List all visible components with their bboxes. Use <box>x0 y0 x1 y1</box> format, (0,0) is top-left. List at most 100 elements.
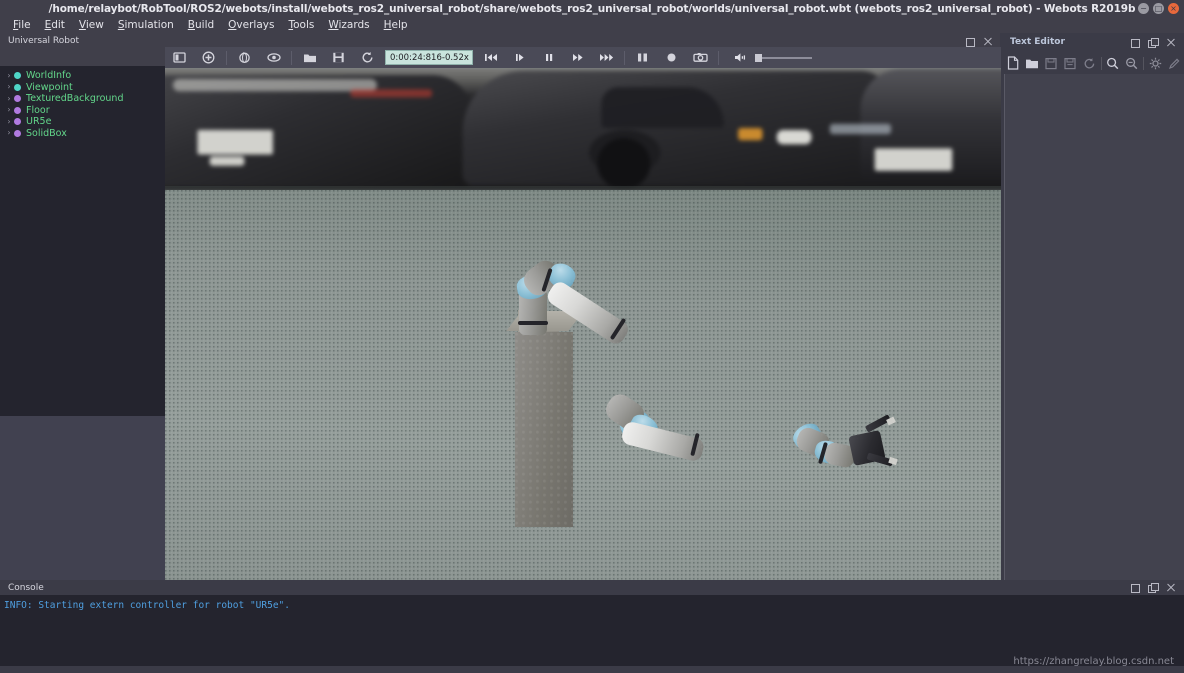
menu-help-mnemonic: H <box>383 19 392 31</box>
simulation-speed: 0.52x <box>444 52 469 63</box>
settings-icon[interactable] <box>1146 52 1165 74</box>
tree-item-floor[interactable]: › Floor <box>0 105 165 117</box>
tree-item-label: SolidBox <box>26 127 67 139</box>
close-button[interactable]: × <box>1168 3 1179 14</box>
menu-tools[interactable]: Tools <box>281 19 321 31</box>
pedestal-front-face[interactable] <box>515 332 573 527</box>
undock-icon[interactable] <box>1130 583 1140 593</box>
find-replace-icon[interactable] <box>1122 52 1141 74</box>
scene-tree[interactable]: › WorldInfo › Viewpoint › TexturedBackgr… <box>0 66 165 416</box>
fast-icon[interactable] <box>592 47 621 68</box>
background-grille <box>829 123 892 135</box>
minimize-icon: − <box>1140 3 1147 13</box>
menu-file[interactable]: File <box>6 19 38 31</box>
node-dot-icon <box>14 95 21 103</box>
tree-item-ur5e[interactable]: › UR5e <box>0 116 165 128</box>
background-plate-left <box>197 130 273 155</box>
sound-control[interactable] <box>726 47 812 68</box>
menu-simulation[interactable]: Simulation <box>111 19 181 31</box>
close-icon[interactable] <box>1166 38 1175 47</box>
menu-wizards-mnemonic: W <box>328 19 339 31</box>
background-tire <box>597 138 651 190</box>
menu-overlays-label: verlays <box>236 19 275 31</box>
background-indicator <box>738 127 763 141</box>
simulation-toolbar: 0:00:24:816 - 0.52x <box>165 47 1001 68</box>
text-editor-title: Text Editor <box>1010 37 1065 47</box>
save-as-icon[interactable] <box>1061 52 1080 74</box>
tree-item-solidbox[interactable]: › SolidBox <box>0 128 165 140</box>
chevron-right-icon[interactable]: › <box>4 71 14 80</box>
status-bar <box>0 666 1184 673</box>
find-icon[interactable] <box>1103 52 1122 74</box>
menu-overlays[interactable]: Overlays <box>221 19 281 31</box>
follow-object-icon[interactable] <box>259 47 288 68</box>
robot-base-band <box>518 321 548 325</box>
open-world-icon[interactable] <box>295 47 324 68</box>
menu-file-label: ile <box>18 19 31 31</box>
step-icon[interactable] <box>505 47 534 68</box>
menu-view-label: iew <box>85 19 104 31</box>
undock-icon[interactable] <box>1130 38 1140 48</box>
console-output[interactable]: INFO: Starting extern controller for rob… <box>0 595 1184 673</box>
toggle-sidebar-icon[interactable] <box>165 47 194 68</box>
save-world-icon[interactable] <box>324 47 353 68</box>
textured-background <box>165 68 1001 192</box>
pause-icon[interactable] <box>534 47 563 68</box>
menu-view[interactable]: View <box>72 19 111 31</box>
simulation-time: 0:00:24:816 <box>390 52 442 63</box>
text-editor-content[interactable] <box>1004 74 1184 580</box>
menu-wizards[interactable]: Wizards <box>321 19 376 31</box>
revert-icon[interactable] <box>1080 52 1099 74</box>
run-icon[interactable] <box>563 47 592 68</box>
menu-build-label: uild <box>195 19 215 31</box>
close-icon: × <box>1170 3 1177 13</box>
menu-simulation-mnemonic: S <box>117 19 125 31</box>
tree-item-label: WorldInfo <box>26 70 72 82</box>
node-dot-icon <box>14 83 21 91</box>
rewind-icon[interactable] <box>476 47 505 68</box>
tree-item-worldinfo[interactable]: › WorldInfo <box>0 70 165 82</box>
tree-item-label: TexturedBackground <box>26 93 124 105</box>
chevron-right-icon[interactable]: › <box>4 117 14 126</box>
3d-simulation-view[interactable] <box>165 68 1001 580</box>
new-file-icon[interactable] <box>1004 52 1023 74</box>
chevron-right-icon[interactable]: › <box>4 106 14 114</box>
toolbar-separator <box>291 50 292 65</box>
menu-help-label: elp <box>391 19 408 31</box>
orientation-icon[interactable] <box>230 47 259 68</box>
chevron-right-icon[interactable]: › <box>4 83 14 91</box>
volume-slider-handle[interactable] <box>755 53 762 62</box>
field-editor-panel <box>0 416 165 580</box>
edit-icon[interactable] <box>1165 52 1184 74</box>
menu-help[interactable]: Help <box>377 19 415 31</box>
movie-icon[interactable] <box>628 47 657 68</box>
close-icon[interactable] <box>983 37 992 46</box>
tree-item-viewpoint[interactable]: › Viewpoint <box>0 82 165 94</box>
chevron-right-icon[interactable]: › <box>4 94 14 103</box>
text-editor-panel: Text Editor <box>1001 33 1184 580</box>
tree-item-texturedbackground[interactable]: › TexturedBackground <box>0 93 165 105</box>
menu-build[interactable]: Build <box>181 19 221 31</box>
volume-slider-track[interactable] <box>755 53 812 62</box>
undock-icon[interactable] <box>965 37 975 47</box>
reload-world-icon[interactable] <box>353 47 382 68</box>
record-icon[interactable] <box>657 47 686 68</box>
float-icon[interactable] <box>1148 583 1159 593</box>
minimize-button[interactable]: − <box>1138 3 1149 14</box>
volume-icon[interactable] <box>726 47 755 68</box>
scene-tree-tab-label[interactable]: Universal Robot <box>8 36 79 46</box>
background-red-sign <box>350 89 433 98</box>
maximize-button[interactable]: □ <box>1153 3 1164 14</box>
menu-edit[interactable]: Edit <box>38 19 72 31</box>
console-dock-controls <box>1130 583 1175 593</box>
open-file-icon[interactable] <box>1023 52 1042 74</box>
chevron-right-icon[interactable]: › <box>4 129 14 137</box>
tree-item-label: Floor <box>26 104 50 116</box>
float-icon[interactable] <box>1148 38 1159 48</box>
toolbar-separator <box>718 50 719 65</box>
close-icon[interactable] <box>1166 583 1175 592</box>
save-file-icon[interactable] <box>1042 52 1061 74</box>
add-node-icon[interactable] <box>194 47 223 68</box>
screenshot-icon[interactable] <box>686 47 715 68</box>
simulation-time-field[interactable]: 0:00:24:816 - 0.52x <box>385 50 473 65</box>
